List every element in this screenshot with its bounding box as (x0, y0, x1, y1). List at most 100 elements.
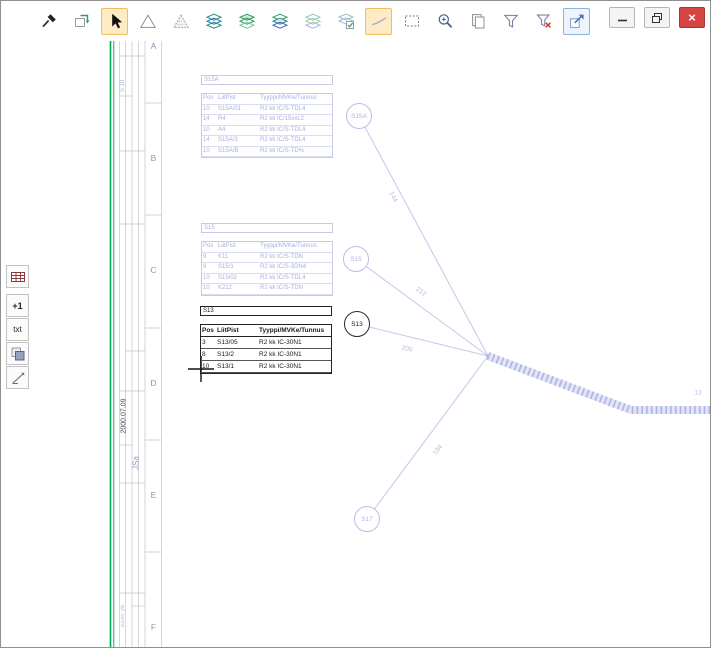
distance-label-13: 13 (693, 390, 702, 397)
zoom-in-icon (436, 12, 454, 30)
overlap-squares-icon (10, 346, 26, 362)
node-s15a[interactable]: S15A (346, 103, 372, 129)
slope-icon (10, 370, 26, 386)
export-icon (568, 12, 586, 30)
copy-sheet-button[interactable] (464, 8, 491, 35)
maximize-button[interactable] (644, 7, 670, 28)
main-toolbar: × (1, 1, 710, 41)
table-header-cell: Tyyppi/MVKe/Tunnus (258, 325, 331, 337)
layers-checked-icon (337, 12, 355, 30)
table-cell: 10 (202, 126, 217, 137)
paste-transform-icon (73, 12, 91, 30)
table-cell: K11 (217, 253, 259, 264)
node-label: S13 (351, 321, 363, 328)
triangle-button[interactable] (134, 8, 161, 35)
table-title: S13 (200, 306, 332, 316)
node-label: S15 (350, 256, 362, 263)
table-cell: 10 (202, 284, 217, 295)
table-cell: R2 kk IC-30N1 (258, 349, 331, 361)
draw-line-icon (370, 12, 388, 30)
table-cell: R2 kk IC/S-TDL4 (259, 136, 332, 147)
table-cell: S13/1 (216, 361, 258, 373)
cable-table-s15[interactable]: S15PosLiitPistTyyppi/MVKe/Tunnus9K11R2 k… (201, 223, 333, 296)
table-cell: S15A/01 (217, 105, 259, 116)
text-tool-button[interactable]: txt (6, 318, 29, 341)
layers-tool-button[interactable] (6, 342, 29, 365)
table-tool-button[interactable] (6, 265, 29, 288)
layers-teal-button[interactable] (200, 8, 227, 35)
cursor-arrow-icon (106, 12, 124, 30)
table-cell: R2 kk IC/15xxL2 (259, 115, 332, 126)
draw-line-button[interactable] (365, 8, 392, 35)
table-cell: S15/02 (217, 274, 259, 285)
restore-icon (651, 12, 664, 24)
drawing-canvas[interactable]: A B C D E F S 10 2000.07.09 JSa suunn. y… (1, 41, 710, 647)
layers-light-button[interactable] (299, 8, 326, 35)
table-cell: S15/1 (217, 263, 259, 274)
table-header-cell: LiitPist (216, 325, 258, 337)
text-tool-label: txt (13, 325, 21, 334)
margin-author-text: JSa (132, 456, 141, 470)
drawing-layer[interactable] (1, 41, 710, 647)
node-s13-selected[interactable]: S13 (344, 311, 370, 337)
minimize-button[interactable] (609, 7, 635, 28)
filter-remove-button[interactable] (530, 8, 557, 35)
table-header-cell: Tyyppi/MVKe/Tunnus (259, 242, 332, 253)
layers-checked-button[interactable] (332, 8, 359, 35)
plus-one-tool-button[interactable]: +1 (6, 294, 29, 317)
paste-transform-button[interactable] (68, 8, 95, 35)
layers-green-icon (238, 12, 256, 30)
table-grid: PosLiitPistTyyppi/MVKe/Tunnus3S13/05R2 k… (200, 324, 332, 374)
zoom-in-button[interactable] (431, 8, 458, 35)
connection-lines[interactable] (356, 116, 488, 519)
slope-tool-button[interactable] (6, 366, 29, 389)
table-header-cell: LiitPist (217, 94, 259, 105)
cable-table-s13-selected[interactable]: S13 PosLiitPistTyyppi/MVKe/Tunnus3S13/05R… (200, 306, 332, 374)
table-header-cell: Pos (201, 325, 216, 337)
window-controls: × (609, 7, 705, 28)
layers-light-icon (304, 12, 322, 30)
table-cell: R2 kk IC/S-3DN4 (259, 263, 332, 274)
table-cell: R2 kk IC/S-TDN (259, 253, 332, 264)
table-cell: 14 (202, 136, 217, 147)
triangle-icon (139, 12, 157, 30)
table-cell: S13/05 (216, 337, 258, 349)
table-cell: 9 (202, 263, 217, 274)
close-button[interactable]: × (679, 7, 705, 28)
app-window: × +1 txt (0, 0, 711, 648)
table-header-cell: Pos (202, 94, 217, 105)
table-cell: S15A/B (217, 147, 259, 158)
table-cell: 10 (201, 361, 216, 373)
table-cell: R2 kk IC/S-TDL4 (259, 105, 332, 116)
marquee-icon (403, 12, 421, 30)
select-arrow-button[interactable] (101, 8, 128, 35)
marquee-select-button[interactable] (398, 8, 425, 35)
table-grid: PosLiitPistTyyppi/MVKe/Tunnus9K11R2 kk I… (201, 241, 333, 296)
node-s17[interactable]: S17 (354, 506, 380, 532)
filter-button[interactable] (497, 8, 524, 35)
node-label: S17 (361, 516, 373, 523)
grid-row-label-b: B (146, 153, 161, 163)
table-cell: R2 kk IC/S-TDL4 (259, 274, 332, 285)
layers-green-button[interactable] (233, 8, 260, 35)
layers-teal-icon (205, 12, 223, 30)
pin-icon (40, 12, 58, 30)
minimize-icon (617, 12, 628, 23)
export-button[interactable] (563, 8, 590, 35)
table-icon (10, 269, 26, 285)
pin-button[interactable] (35, 8, 62, 35)
grid-row-label-f: F (146, 622, 161, 632)
margin-date-text: 2000.07.09 (121, 398, 128, 433)
filter-remove-icon (535, 12, 553, 30)
node-label: S15A (351, 113, 367, 120)
node-s15[interactable]: S15 (343, 246, 369, 272)
triangle-hatched-icon (172, 12, 190, 30)
cable-table-s15a[interactable]: S15APosLiitPistTyyppi/MVKe/Tunnus10S15A/… (201, 75, 333, 158)
table-cell: R2 kk IC/S-TD% (259, 147, 332, 158)
layers-mixed-button[interactable] (266, 8, 293, 35)
triangle-hatched-button[interactable] (167, 8, 194, 35)
table-cell: 8 (201, 349, 216, 361)
table-header-cell: Pos (202, 242, 217, 253)
table-title: S15A (201, 75, 333, 85)
table-cell: 9 (202, 253, 217, 264)
